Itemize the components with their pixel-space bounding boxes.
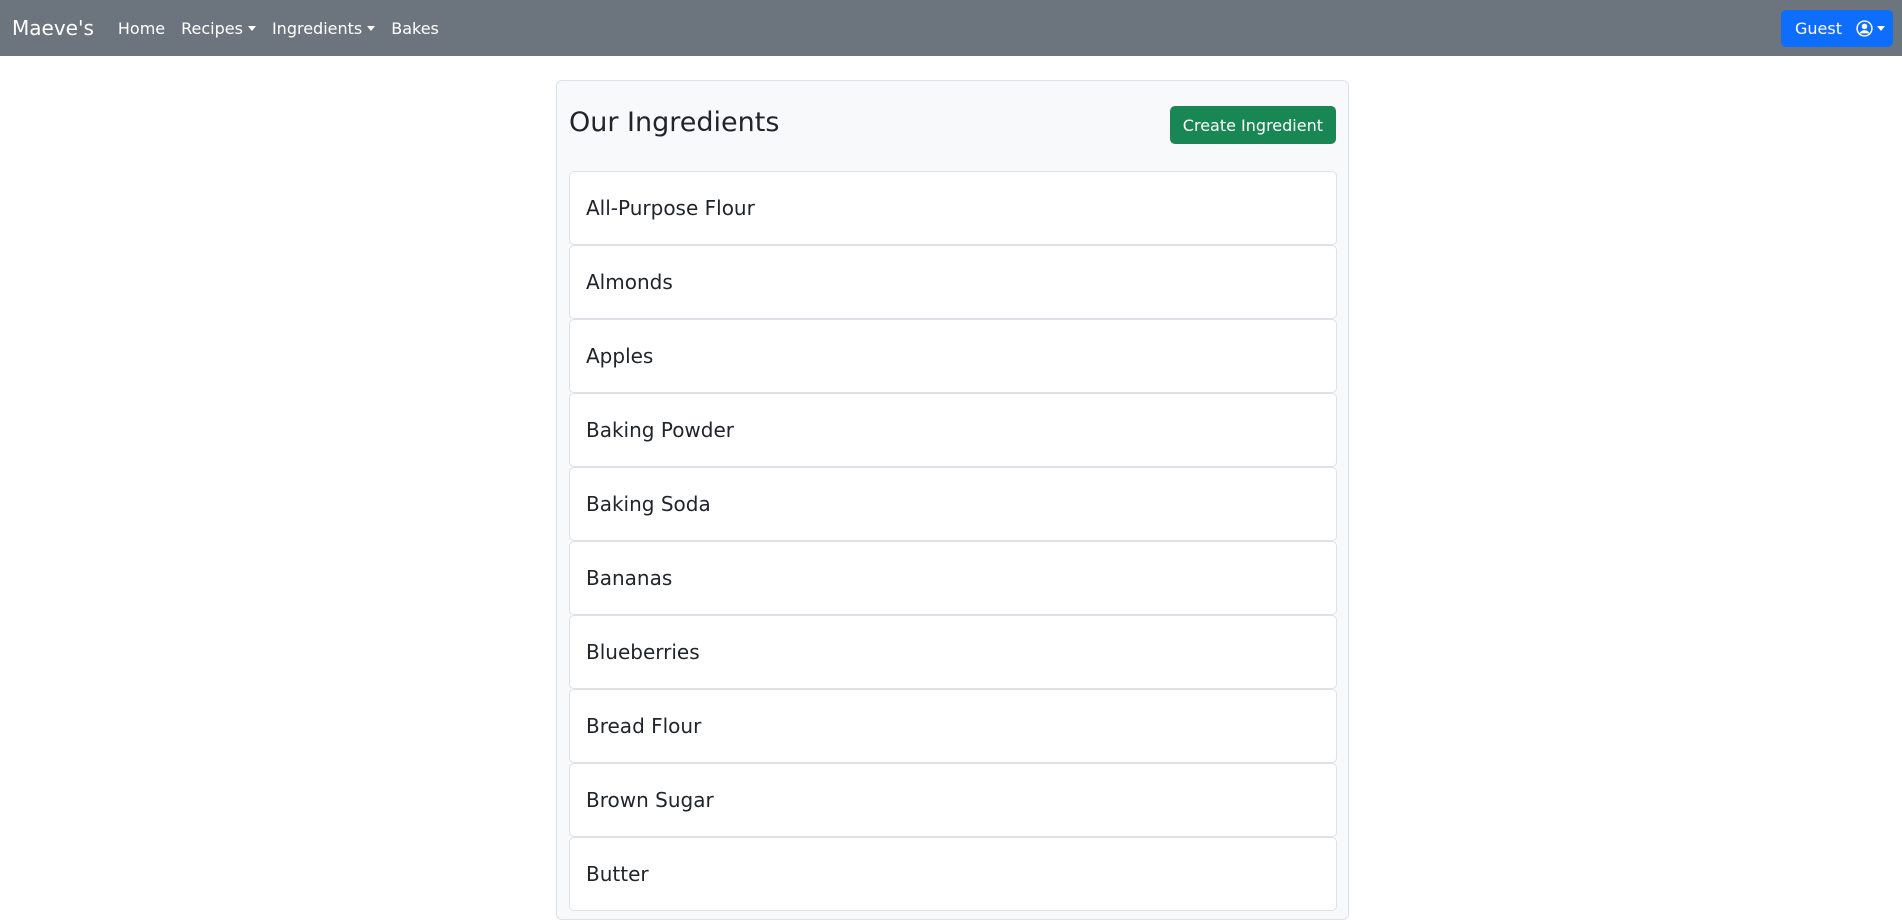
nav-dropdown-recipes[interactable]: Recipes: [181, 19, 256, 38]
nav-dropdown-ingredients[interactable]: Ingredients: [271, 18, 376, 38]
user-menu-button[interactable]: Guest: [1781, 10, 1893, 47]
ingredients-card: Our Ingredients Create Ingredient All-Pu…: [556, 80, 1349, 920]
ingredient-list: All-Purpose Flour Almonds Apples Baking …: [569, 171, 1337, 911]
caret-down-icon: [1877, 26, 1885, 31]
nav-link-bakes[interactable]: Bakes: [391, 19, 439, 38]
ingredient-item[interactable]: Baking Powder: [569, 393, 1337, 467]
nav-link-label: Home: [117, 18, 166, 38]
nav-link-label: Bakes: [391, 18, 439, 38]
ingredient-item[interactable]: Brown Sugar: [569, 763, 1337, 837]
create-ingredient-button[interactable]: Create Ingredient: [1169, 106, 1336, 144]
nav-link-label: Recipes: [181, 18, 243, 38]
brand-link[interactable]: Maeve's: [12, 0, 94, 56]
page-title: Our Ingredients: [569, 107, 780, 138]
caret-down-icon: [247, 25, 256, 31]
ingredient-item[interactable]: Bananas: [569, 541, 1337, 615]
nav-link-home[interactable]: Home: [118, 19, 165, 38]
nav-links: Home Recipes Ingredients Bakes: [106, 19, 443, 38]
user-circle-icon: [1856, 20, 1873, 37]
caret-down-icon: [367, 25, 376, 31]
ingredient-item[interactable]: Bread Flour: [569, 689, 1337, 763]
nav-link-label: Ingredients: [271, 18, 363, 38]
user-label: Guest: [1795, 19, 1842, 38]
ingredient-item[interactable]: All-Purpose Flour: [569, 171, 1337, 245]
ingredient-item[interactable]: Butter: [569, 837, 1337, 911]
ingredient-item[interactable]: Apples: [569, 319, 1337, 393]
ingredient-item[interactable]: Blueberries: [569, 615, 1337, 689]
navbar: Maeve's Home Recipes Ingredients Bakes G…: [0, 0, 1902, 56]
ingredient-item[interactable]: Almonds: [569, 245, 1337, 319]
ingredient-item[interactable]: Baking Soda: [569, 467, 1337, 541]
